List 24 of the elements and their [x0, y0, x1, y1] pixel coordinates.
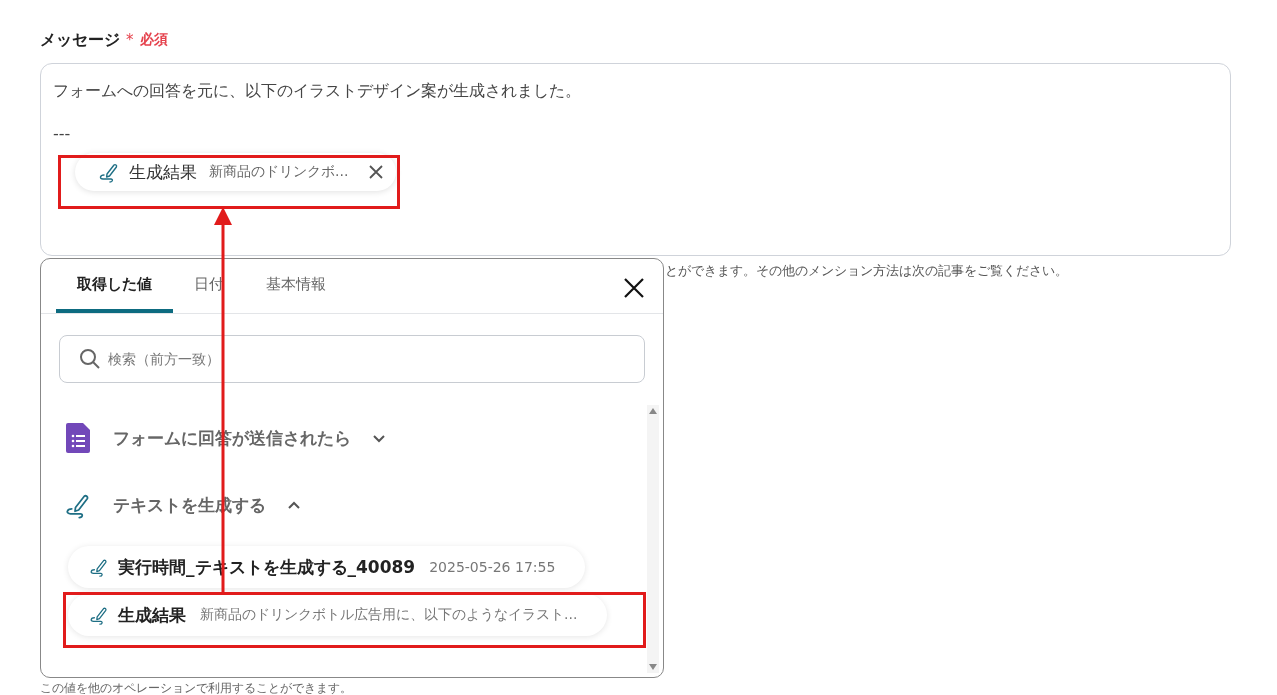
required-label: 必須	[139, 31, 168, 49]
scroll-up-icon[interactable]	[648, 407, 658, 415]
close-icon[interactable]	[623, 277, 645, 299]
scroll-down-icon[interactable]	[648, 663, 658, 671]
chip-value: 新商品のドリンクボ...	[209, 163, 349, 181]
message-field[interactable]: フォームへの回答を元に、以下のイラストデザイン案が生成されました。 --- 生成結果 新商品のドリンクボ...	[40, 63, 1231, 256]
required-mark: *	[126, 31, 134, 49]
item-title: 生成結果	[118, 603, 186, 627]
footer-text: この値を他のオペレーションで利用することができます。	[40, 680, 352, 695]
item-value: 2025-05-26 17:55	[429, 559, 556, 575]
chip-title: 生成結果	[129, 160, 197, 184]
item-value: 新商品のドリンクボトル広告用に、以下のようなイラスト...	[200, 606, 578, 624]
tab[interactable]: 取得した値	[56, 259, 173, 313]
variable-item[interactable]: 生成結果 新商品のドリンクボトル広告用に、以下のようなイラスト...	[68, 594, 608, 636]
tab[interactable]: 基本情報	[245, 259, 347, 313]
scrollbar[interactable]	[647, 405, 659, 673]
search-icon	[79, 348, 101, 370]
close-icon[interactable]	[368, 164, 385, 180]
message-text: フォームへの回答を元に、以下のイラストデザイン案が生成されました。	[53, 80, 581, 102]
message-text: ---	[53, 123, 71, 145]
search-field[interactable]: 検索（前方一致）	[59, 335, 645, 383]
field-label: メッセージ	[40, 29, 120, 51]
form-icon	[63, 422, 93, 454]
hint-text: とができます。その他のメンション方法は次の記事をご覧ください。	[665, 262, 1069, 280]
